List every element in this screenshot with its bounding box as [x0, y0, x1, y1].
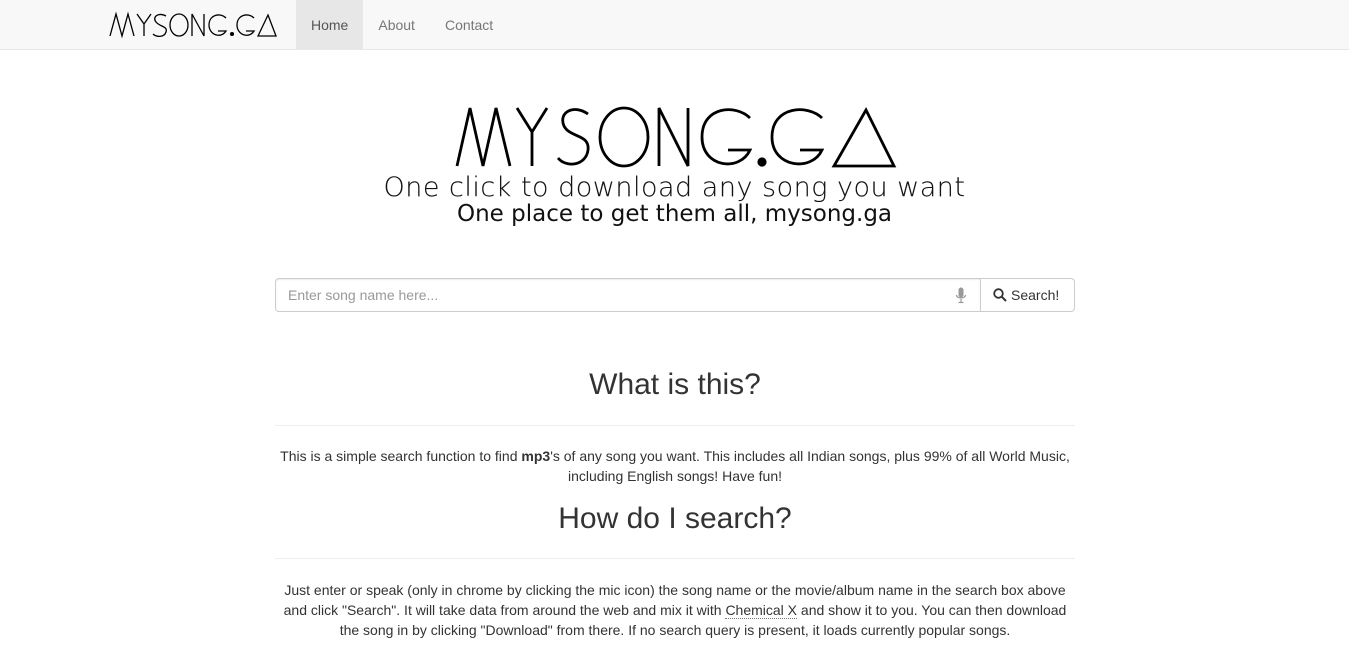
divider	[275, 425, 1075, 426]
search-group: Search!	[275, 278, 1075, 312]
brand-logo-graphic	[109, 11, 277, 39]
how-to-search-section: How do I search?	[275, 502, 1075, 536]
what-is-this-text-part1: This is a simple search function to find	[280, 448, 522, 464]
search-input[interactable]	[275, 278, 981, 312]
tagline-secondary: One place to get them all, mysong.ga	[456, 201, 893, 227]
hero-logo-graphic	[455, 106, 897, 168]
navbar: MYSONG.GA Home About Contact	[0, 0, 1349, 50]
magnifier-icon	[993, 288, 1007, 302]
what-is-this-text-part2: 's of any song you want. This includes a…	[550, 448, 1070, 484]
mp3-bold: mp3	[521, 448, 551, 464]
divider	[275, 558, 1075, 559]
tagline-primary: One click to download any song you want	[383, 172, 966, 203]
main-nav: Home About Contact	[296, 0, 508, 50]
search-button[interactable]: Search!	[981, 278, 1075, 312]
search-input-wrapper	[275, 278, 981, 312]
nav-item-contact[interactable]: Contact	[430, 0, 508, 50]
how-to-search-text: Just enter or speak (only in chrome by c…	[275, 580, 1075, 640]
what-is-this-section: What is this?	[275, 368, 1075, 402]
nav-item-about[interactable]: About	[363, 0, 430, 50]
hero-logo: MYSONG.GA	[454, 104, 900, 170]
what-is-this-heading: What is this?	[589, 368, 761, 401]
what-is-this-text: This is a simple search function to find…	[275, 446, 1075, 486]
how-to-search-heading: How do I search?	[558, 502, 792, 535]
chemical-x-abbr[interactable]: Chemical X	[725, 602, 798, 619]
microphone-icon[interactable]	[955, 287, 967, 305]
nav-item-home[interactable]: Home	[296, 0, 364, 50]
brand-logo[interactable]: MYSONG.GA	[108, 9, 278, 41]
search-button-label: Search!	[1011, 287, 1060, 303]
